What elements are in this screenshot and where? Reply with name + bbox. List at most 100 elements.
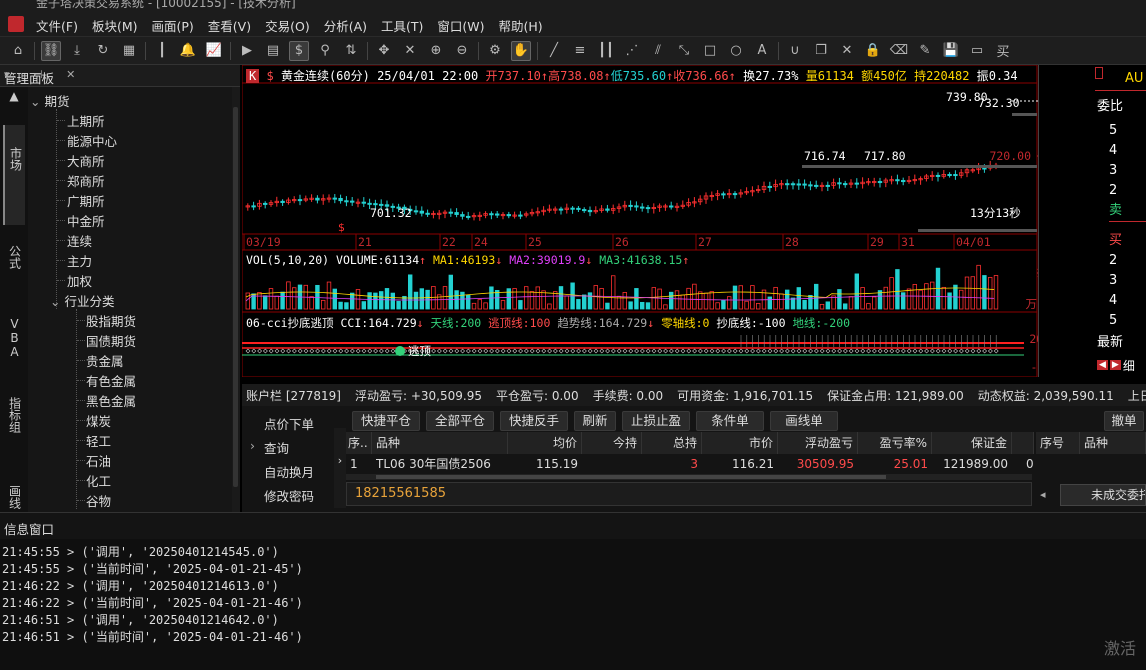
grid-icon[interactable]: ▦: [119, 41, 139, 61]
sell-level[interactable]: 5: [1109, 121, 1146, 141]
circle-tool-icon[interactable]: ○: [726, 41, 746, 61]
conditional-order-button[interactable]: 条件单: [696, 411, 764, 431]
delete-icon[interactable]: ✕: [837, 41, 857, 61]
menu-change-password[interactable]: 修改密码: [264, 486, 314, 505]
tree-industry[interactable]: ⌄ 行业分类: [50, 291, 114, 310]
col-total-pos[interactable]: 总持: [642, 432, 702, 454]
refresh-icon[interactable]: ↻: [93, 41, 113, 61]
home-icon[interactable]: ⌂: [8, 41, 28, 61]
buy-level[interactable]: 2: [1109, 251, 1146, 271]
sort-icon[interactable]: ⇅: [341, 41, 361, 61]
tree-sub-item[interactable]: 黑色金属: [86, 391, 136, 410]
arrow-tool-icon[interactable]: ⤡: [674, 41, 694, 61]
tree-sub-item[interactable]: 谷物: [86, 491, 111, 510]
buy-level[interactable]: 3: [1109, 271, 1146, 291]
menu-auto-rollover[interactable]: 自动换月: [264, 462, 314, 481]
row-margin[interactable]: 121989.00: [932, 455, 1008, 472]
menu-help[interactable]: 帮助(H): [499, 16, 543, 35]
eraser-icon[interactable]: ⌫: [889, 41, 909, 61]
magnet-icon[interactable]: ∪: [785, 41, 805, 61]
fib-tool-icon[interactable]: ≡: [570, 41, 590, 61]
prev-icon[interactable]: ◀: [1097, 360, 1108, 370]
menu-query[interactable]: › 查询: [250, 438, 289, 457]
tree-item[interactable]: 中金所: [67, 211, 105, 230]
col-seq[interactable]: 序..: [346, 432, 372, 454]
channel-tool-icon[interactable]: ⫽: [648, 41, 668, 61]
tree-item[interactable]: 广期所: [67, 191, 105, 210]
panel-controls[interactable]: ▾ ⊣ ✕: [4, 68, 232, 81]
kline-chart-area[interactable]: 720.00 701.32 716.74 717.80 739.80 732.30 13分1…: [241, 64, 1090, 378]
lock-icon[interactable]: 🔒: [863, 41, 883, 61]
play-icon[interactable]: ▶: [237, 41, 257, 61]
pen-icon[interactable]: ✎: [915, 41, 935, 61]
tree-item[interactable]: 上期所: [67, 111, 105, 130]
phone-field[interactable]: 18215561585: [346, 482, 1032, 506]
download-icon[interactable]: ⤓: [67, 41, 87, 61]
expand-icon[interactable]: [1095, 67, 1103, 79]
vlines-tool-icon[interactable]: ┃┃: [596, 41, 616, 61]
scroll-thumb[interactable]: [233, 107, 238, 487]
tree-sub-item[interactable]: 石油: [86, 451, 111, 470]
save-icon[interactable]: 💾: [941, 41, 961, 61]
sell-level[interactable]: 4: [1109, 141, 1146, 161]
tree-sub-item[interactable]: 有色金属: [86, 371, 136, 390]
sell-label[interactable]: 卖: [1109, 201, 1146, 221]
bell-icon[interactable]: 🔔: [178, 41, 198, 61]
menu-click-order[interactable]: 点价下单: [264, 414, 314, 433]
tree-sub-item[interactable]: 贵金属: [86, 351, 124, 370]
table-scrollbar[interactable]: [346, 474, 1032, 480]
menu-trade[interactable]: 交易(O): [265, 16, 310, 35]
copy-icon[interactable]: ❐: [811, 41, 831, 61]
tree-sub-item[interactable]: 煤炭: [86, 411, 111, 430]
sell-level[interactable]: 3: [1109, 161, 1146, 181]
settings-icon[interactable]: ⚙: [485, 41, 505, 61]
tree-scrollbar[interactable]: [232, 87, 240, 512]
zoom-in-icon[interactable]: ⊕: [426, 41, 446, 61]
dollar-icon[interactable]: $: [289, 40, 309, 61]
col-order-seq[interactable]: 序号: [1036, 432, 1080, 454]
col-float-pnl[interactable]: 浮动盈亏: [778, 432, 858, 454]
line-tool-icon[interactable]: ╱: [544, 41, 564, 61]
col-more[interactable]: [1012, 432, 1034, 454]
buy-level[interactable]: 4: [1109, 291, 1146, 311]
tree-sub-item[interactable]: 化工: [86, 471, 111, 490]
tree-item[interactable]: 郑商所: [67, 171, 105, 190]
menu-sector[interactable]: 板块(M): [92, 16, 138, 35]
tab-drawing[interactable]: 画线: [3, 485, 25, 515]
col-today-pos[interactable]: 今持: [582, 432, 642, 454]
col-pnl-rate[interactable]: 盈亏率%: [858, 432, 932, 454]
rect-tool-icon[interactable]: □: [700, 41, 720, 61]
col-instrument[interactable]: 品种: [372, 432, 508, 454]
close-all-button[interactable]: 全部平仓: [426, 411, 494, 431]
scroll-up-icon[interactable]: ▲: [3, 89, 25, 104]
row-seq[interactable]: 1: [350, 455, 358, 472]
window-icon[interactable]: ▭: [967, 41, 987, 61]
menu-analysis[interactable]: 分析(A): [324, 16, 367, 35]
buy-icon[interactable]: 买: [993, 41, 1013, 61]
tree-sub-item[interactable]: 国债期货: [86, 331, 136, 350]
row-pnl-rate[interactable]: 25.01: [858, 455, 928, 472]
kline-icon[interactable]: ┃: [152, 41, 172, 61]
doc-icon[interactable]: ▤: [263, 41, 283, 61]
tab-formula[interactable]: 公式: [3, 237, 25, 297]
tab-market[interactable]: 市场: [3, 125, 25, 225]
chart-icon[interactable]: 📈: [204, 41, 224, 61]
tree-item[interactable]: 能源中心: [67, 131, 117, 150]
tree-sub-item[interactable]: 股指期货: [86, 311, 136, 330]
buy-level[interactable]: 5: [1109, 311, 1146, 331]
row-avg-price[interactable]: 115.19: [508, 455, 578, 472]
tree-sub-item[interactable]: 轻工: [86, 431, 111, 450]
zoom-out-icon[interactable]: ⊖: [452, 41, 472, 61]
row-instrument[interactable]: TL06 30年国债2506: [376, 455, 491, 472]
detail-tab[interactable]: 细: [1123, 357, 1135, 374]
quick-reverse-button[interactable]: 快捷反手: [500, 411, 568, 431]
text-tool-icon[interactable]: A: [752, 41, 772, 61]
cross-icon[interactable]: ✕: [400, 41, 420, 61]
row-total-pos[interactable]: 3: [642, 455, 698, 472]
tree-futures[interactable]: ⌄ 期货: [30, 91, 69, 110]
buy-label[interactable]: 买: [1109, 231, 1146, 251]
position-table[interactable]: 序.. 品种 均价 今持 总持 市价 浮动盈亏 盈亏率% 保证金 1 TL06 …: [346, 432, 1034, 472]
chevron-down-icon[interactable]: ⌄: [30, 94, 44, 109]
sell-level[interactable]: 2: [1109, 181, 1146, 201]
menu-view[interactable]: 查看(V): [208, 16, 251, 35]
